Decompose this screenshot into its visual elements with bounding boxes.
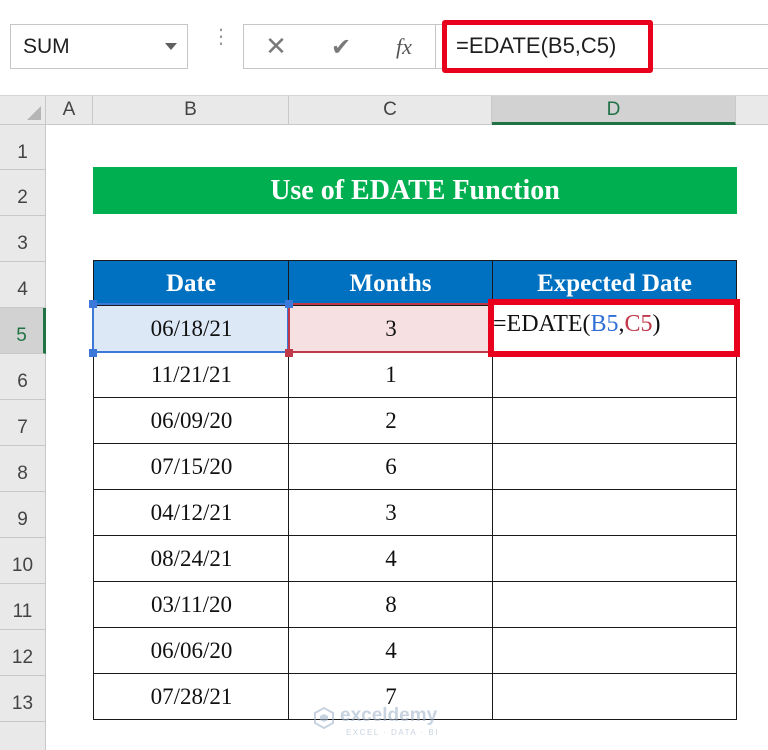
cell-date[interactable]: 06/09/20 bbox=[93, 398, 289, 444]
formula-text[interactable]: =EDATE(B5,C5) bbox=[456, 33, 616, 59]
cell-expected-date[interactable] bbox=[492, 628, 737, 674]
row-header-10[interactable]: 10 bbox=[0, 538, 46, 584]
name-box[interactable]: SUM bbox=[10, 24, 188, 69]
formula-suffix: ) bbox=[652, 311, 661, 337]
formula-bar: SUM ⋮ ✕ ✔ fx =EDATE(B5,C5) bbox=[0, 0, 768, 96]
name-box-value: SUM bbox=[23, 35, 70, 58]
cell-months[interactable]: 6 bbox=[288, 444, 493, 490]
watermark-name: exceldemy bbox=[340, 705, 438, 726]
cell-months[interactable]: 2 bbox=[288, 398, 493, 444]
formula-buttons: ✕ ✔ fx bbox=[243, 24, 436, 69]
row-header-1[interactable]: 1 bbox=[0, 125, 46, 170]
cell-months[interactable]: 4 bbox=[288, 628, 493, 674]
cell-expected-date[interactable] bbox=[492, 398, 737, 444]
row-header-14[interactable] bbox=[0, 722, 46, 750]
resize-handle[interactable] bbox=[285, 349, 293, 357]
table-header-months[interactable]: Months bbox=[288, 260, 493, 306]
reference-b5-border bbox=[92, 303, 289, 353]
cell-expected-date[interactable] bbox=[492, 352, 737, 398]
row-header-9[interactable]: 9 bbox=[0, 492, 46, 538]
row-header-6[interactable]: 6 bbox=[0, 354, 46, 400]
cell-date[interactable]: 03/11/20 bbox=[93, 582, 289, 628]
cell-date[interactable]: 08/24/21 bbox=[93, 536, 289, 582]
resize-handle[interactable] bbox=[89, 349, 97, 357]
formula-prefix: =EDATE( bbox=[493, 311, 591, 337]
row-header-7[interactable]: 7 bbox=[0, 400, 46, 446]
row-header-13[interactable]: 13 bbox=[0, 676, 46, 722]
cell-date[interactable]: 04/12/21 bbox=[93, 490, 289, 536]
row-header-8[interactable]: 8 bbox=[0, 446, 46, 492]
check-icon[interactable]: ✔ bbox=[324, 31, 358, 63]
cell-expected-date[interactable] bbox=[492, 444, 737, 490]
row-header-11[interactable]: 11 bbox=[0, 584, 46, 630]
cell-date[interactable]: 07/28/21 bbox=[93, 674, 289, 720]
cell-expected-date[interactable] bbox=[492, 536, 737, 582]
active-cell-formula[interactable]: =EDATE(B5,C5) bbox=[493, 311, 661, 338]
formula-ref-b5: B5 bbox=[590, 311, 619, 337]
cell-date[interactable]: 06/06/20 bbox=[93, 628, 289, 674]
resize-handle[interactable] bbox=[285, 300, 293, 308]
watermark-logo: exceldemy EXCEL · DATA · BI bbox=[312, 702, 462, 742]
cell-date[interactable]: 07/15/20 bbox=[93, 444, 289, 490]
cell-months[interactable]: 8 bbox=[288, 582, 493, 628]
close-icon[interactable]: ✕ bbox=[259, 31, 293, 63]
cell-months[interactable]: 4 bbox=[288, 536, 493, 582]
column-header-d[interactable]: D bbox=[492, 96, 736, 125]
exceldemy-logo-icon bbox=[314, 706, 334, 730]
insert-function-icon[interactable]: fx bbox=[387, 31, 421, 63]
cell-months[interactable]: 3 bbox=[288, 490, 493, 536]
select-all-button[interactable] bbox=[0, 96, 46, 125]
column-header-c[interactable]: C bbox=[289, 96, 492, 125]
reference-c5-border bbox=[288, 303, 492, 353]
row-header-12[interactable]: 12 bbox=[0, 630, 46, 676]
cell-expected-date[interactable] bbox=[492, 582, 737, 628]
row-header-5[interactable]: 5 bbox=[0, 308, 46, 354]
watermark-tagline: EXCEL · DATA · BI bbox=[346, 728, 439, 737]
cell-expected-date[interactable] bbox=[492, 674, 737, 720]
column-header-a[interactable]: A bbox=[46, 96, 93, 125]
column-header-b[interactable]: B bbox=[93, 96, 289, 125]
cell-months[interactable]: 1 bbox=[288, 352, 493, 398]
row-header-4[interactable]: 4 bbox=[0, 262, 46, 308]
chevron-down-icon[interactable] bbox=[165, 43, 177, 50]
sheet-title: Use of EDATE Function bbox=[93, 167, 737, 214]
row-header-3[interactable]: 3 bbox=[0, 216, 46, 262]
cell-expected-date[interactable] bbox=[492, 490, 737, 536]
cell-date[interactable]: 11/21/21 bbox=[93, 352, 289, 398]
drag-handle-icon[interactable]: ⋮ bbox=[211, 26, 231, 46]
select-all-icon bbox=[27, 106, 41, 120]
table-header-date[interactable]: Date bbox=[93, 260, 289, 306]
column-header-e[interactable] bbox=[736, 96, 768, 125]
resize-handle[interactable] bbox=[89, 300, 97, 308]
row-header-2[interactable]: 2 bbox=[0, 170, 46, 216]
formula-ref-c5: C5 bbox=[624, 311, 653, 337]
